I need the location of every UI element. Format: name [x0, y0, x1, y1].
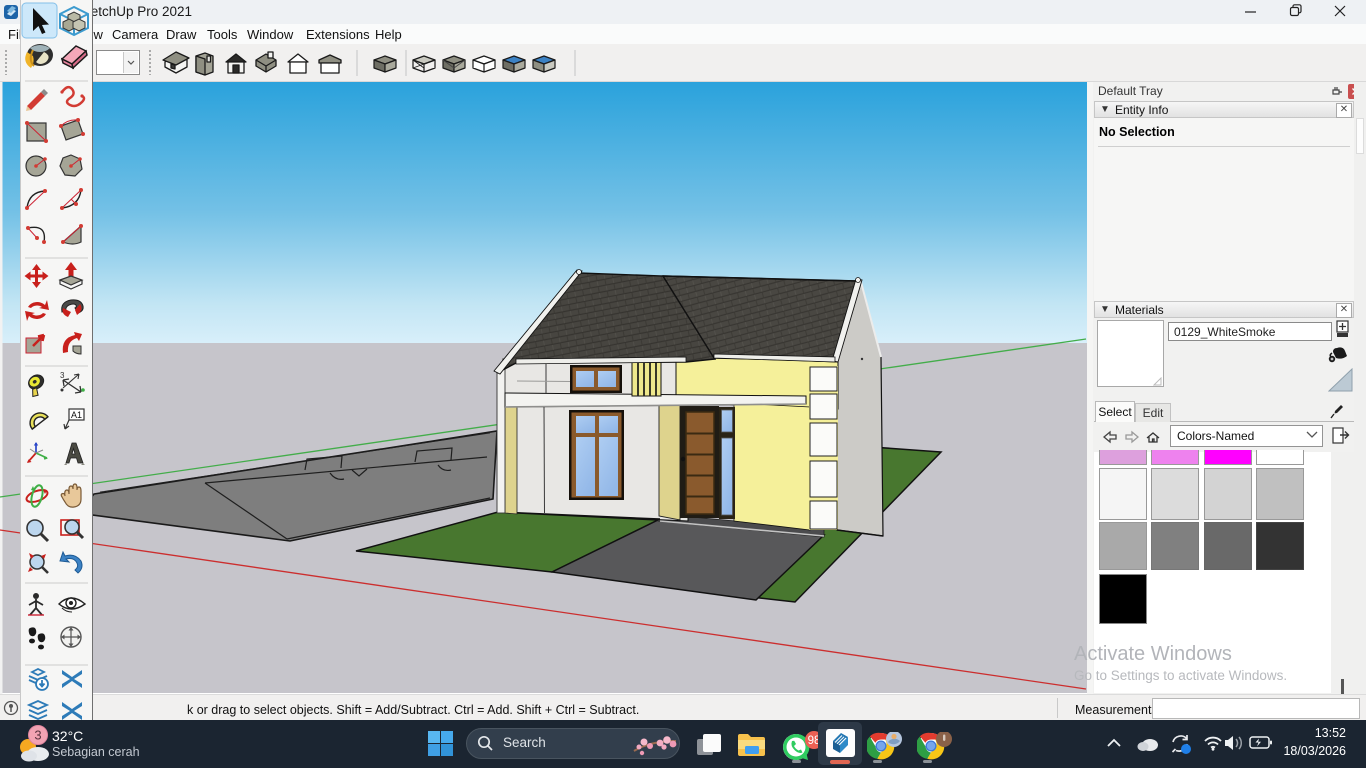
svg-text:3: 3 [60, 371, 65, 380]
svg-text:3: 3 [34, 728, 41, 743]
svg-text:A1: A1 [71, 410, 82, 420]
